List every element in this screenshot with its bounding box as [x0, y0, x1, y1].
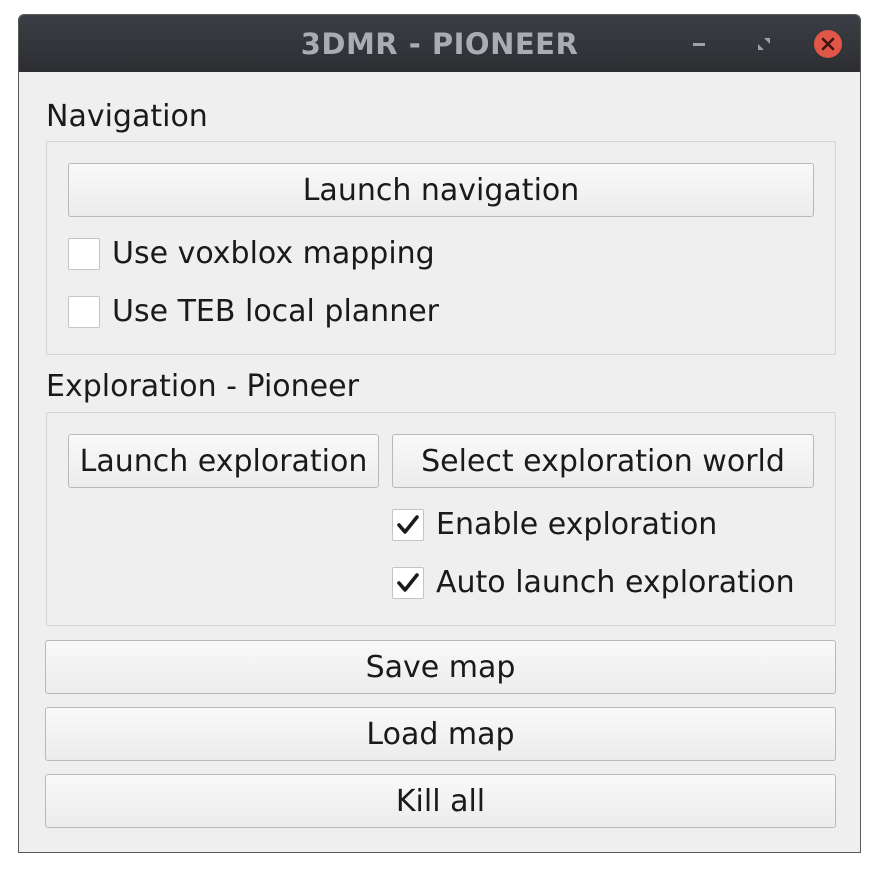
window-title: 3DMR - PIONEER — [300, 27, 579, 61]
select-exploration-world-button[interactable]: Select exploration world — [392, 434, 814, 488]
minimize-icon — [693, 43, 705, 46]
voxblox-mapping-checkbox[interactable] — [68, 237, 100, 270]
close-button[interactable] — [814, 30, 842, 58]
exploration-group: Launch exploration Select exploration wo… — [46, 412, 836, 626]
close-icon — [821, 37, 835, 51]
launch-exploration-button[interactable]: Launch exploration — [68, 434, 379, 488]
teb-local-planner-checkbox[interactable] — [68, 295, 100, 328]
navigation-group: Launch navigation Use voxblox mapping Us… — [46, 141, 836, 355]
minimize-button[interactable] — [685, 30, 713, 58]
app-window: 3DMR - PIONEER Navigation Launch navigat… — [18, 14, 861, 853]
enable-exploration-option[interactable]: Enable exploration — [392, 507, 717, 542]
enable-exploration-label: Enable exploration — [436, 507, 718, 542]
kill-all-button[interactable]: Kill all — [45, 774, 836, 828]
voxblox-mapping-option[interactable]: Use voxblox mapping — [68, 236, 435, 271]
title-bar[interactable]: 3DMR - PIONEER — [19, 15, 860, 72]
save-map-button[interactable]: Save map — [45, 640, 836, 694]
maximize-icon — [758, 38, 770, 50]
load-map-button[interactable]: Load map — [45, 707, 836, 761]
checkmark-icon — [397, 514, 419, 534]
checkmark-icon — [397, 572, 419, 592]
navigation-group-title: Navigation — [46, 99, 208, 134]
auto-launch-exploration-option[interactable]: Auto launch exploration — [392, 565, 795, 600]
auto-launch-exploration-label: Auto launch exploration — [436, 565, 795, 600]
teb-local-planner-option[interactable]: Use TEB local planner — [68, 294, 439, 329]
exploration-group-title: Exploration - Pioneer — [46, 369, 359, 404]
teb-local-planner-label: Use TEB local planner — [112, 294, 439, 329]
launch-navigation-button[interactable]: Launch navigation — [68, 163, 814, 217]
enable-exploration-checkbox[interactable] — [392, 508, 424, 541]
voxblox-mapping-label: Use voxblox mapping — [112, 236, 435, 271]
auto-launch-exploration-checkbox[interactable] — [392, 566, 424, 599]
maximize-button[interactable] — [750, 30, 778, 58]
